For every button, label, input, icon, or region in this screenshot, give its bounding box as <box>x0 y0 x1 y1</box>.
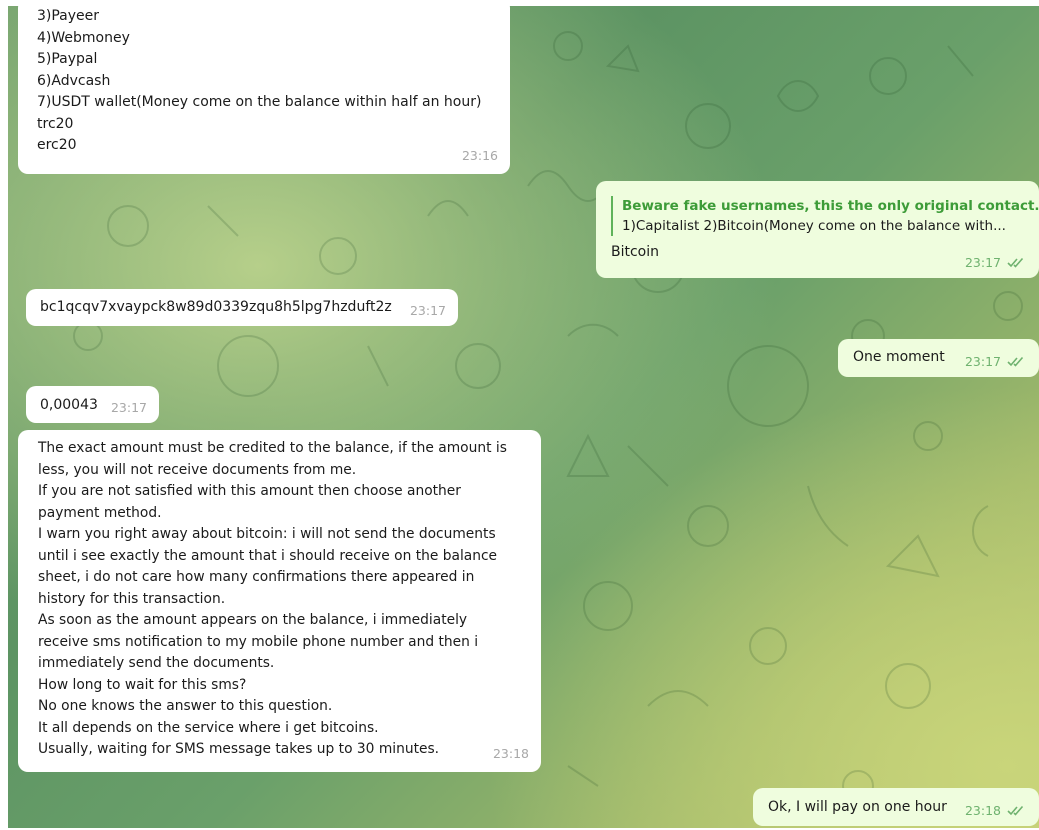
message-line: immediately send the documents. <box>38 655 275 671</box>
message-outgoing[interactable]: Beware fake usernames, this the only ori… <box>596 181 1039 278</box>
message-line: less, you will not receive documents fro… <box>38 461 357 478</box>
message-line: Usually, waiting for SMS message takes u… <box>38 741 440 757</box>
message-incoming[interactable]: The exact amount must be credited to the… <box>18 430 541 772</box>
message-line: It all depends on the service where i ge… <box>38 719 379 736</box>
message-line: No one knows the answer to this question… <box>38 698 333 714</box>
message-line: If you are not satisfied with this amoun… <box>38 483 461 499</box>
message-time: 23:18 <box>492 745 529 761</box>
double-check-icon <box>1007 805 1024 816</box>
message-time: 23:18 <box>965 800 1027 822</box>
message-time: 23:17 <box>409 302 446 318</box>
message-line: 3)Payeer <box>37 8 100 24</box>
message-line: erc20 <box>37 137 77 153</box>
reply-text: 1)Capitalist 2)Bitcoin(Money come on the… <box>622 218 1006 234</box>
message-incoming[interactable]: 3)Payeer 4)Webmoney 5)Paypal 6)Advcash 7… <box>18 6 510 174</box>
message-incoming[interactable]: 0,00043 23:17 <box>26 386 159 423</box>
message-line: I warn you right away about bitcoin: i w… <box>38 526 496 542</box>
message-time: 23:17 <box>110 399 147 415</box>
message-line: trc20 <box>37 115 74 132</box>
message-line: 6)Advcash <box>37 72 111 89</box>
message-line: until i see exactly the amount that i sh… <box>38 547 498 564</box>
chat-background: 3)Payeer 4)Webmoney 5)Paypal 6)Advcash 7… <box>8 6 1039 828</box>
message-line: payment method. <box>38 504 162 521</box>
message-line: history for this transaction. <box>38 590 226 607</box>
message-line: 5)Paypal <box>37 51 98 67</box>
message-outgoing[interactable]: Ok, I will pay on one hour 23:18 <box>753 788 1039 826</box>
message-line: 4)Webmoney <box>37 29 130 46</box>
message-line: As soon as the amount appears on the bal… <box>38 612 468 628</box>
message-line: sheet, i do not care how many confirmati… <box>38 569 475 585</box>
double-check-icon <box>1007 356 1024 367</box>
message-incoming[interactable]: bc1qcqv7xvaypck8w89d0339zqu8h5lpg7hzduft… <box>26 289 458 326</box>
reply-title: Beware fake usernames, this the only ori… <box>622 198 1039 214</box>
message-outgoing[interactable]: One moment 23:17 <box>838 339 1039 377</box>
message-line: 7)USDT wallet(Money come on the balance … <box>37 94 482 110</box>
message-line: receive sms notification to my mobile ph… <box>38 633 479 650</box>
double-check-icon <box>1007 257 1024 268</box>
message-line: How long to wait for this sms? <box>38 676 247 693</box>
message-time: 23:17 <box>965 351 1027 373</box>
reply-quote[interactable]: Beware fake usernames, this the only ori… <box>611 196 1039 236</box>
message-time: 23:17 <box>965 252 1027 274</box>
message-text: bc1qcqv7xvaypck8w89d0339zqu8h5lpg7hzduft… <box>40 299 392 315</box>
message-line: The exact amount must be credited to the… <box>38 440 507 456</box>
message-time: 23:16 <box>461 147 498 163</box>
